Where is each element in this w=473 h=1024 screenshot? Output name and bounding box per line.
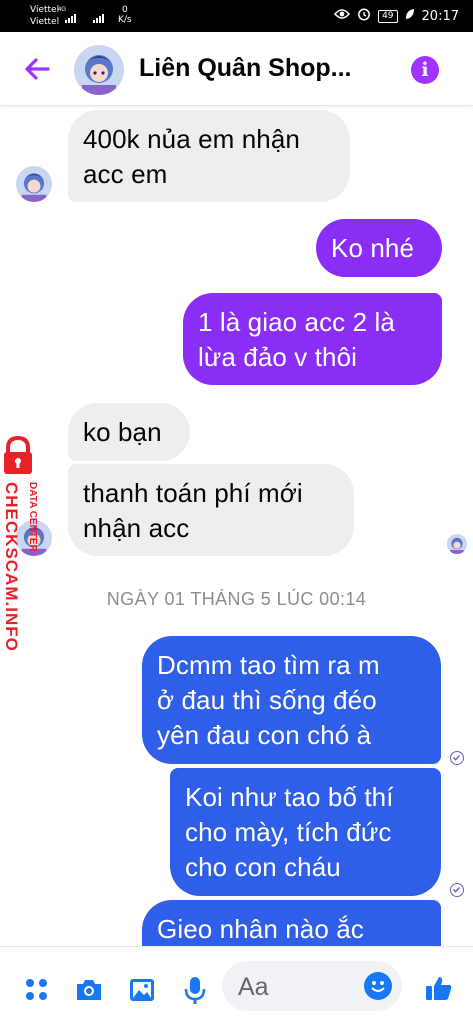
alarm-icon bbox=[357, 7, 371, 25]
message-input[interactable]: Aa bbox=[222, 961, 402, 1011]
image-icon[interactable] bbox=[127, 975, 157, 1005]
date-separator: NGÀY 01 THÁNG 5 LÚC 00:14 bbox=[106, 589, 367, 609]
message-text: Dcmm tao tìm ra m bbox=[157, 650, 380, 680]
message-text: ở đau thì sống đéo bbox=[157, 685, 377, 715]
network-type: 4G bbox=[58, 7, 67, 13]
carrier-name-2: Viettel bbox=[30, 17, 60, 27]
message-text: cho con cháu bbox=[185, 852, 341, 882]
network-speed: 0 K/s bbox=[118, 5, 132, 25]
signal-icon bbox=[65, 14, 76, 23]
contact-name[interactable]: Liên Quân Shop... bbox=[139, 54, 352, 83]
message-text: Ko nhé bbox=[331, 233, 415, 263]
mic-icon[interactable] bbox=[180, 975, 210, 1005]
battery-indicator: 49 bbox=[378, 9, 398, 23]
message-incoming[interactable]: 400k nủa em nhận acc em bbox=[68, 110, 350, 202]
message-text: cho mày, tích đức bbox=[185, 817, 392, 847]
watermark-line2: CHECKSCAM.INFO bbox=[2, 482, 21, 652]
message-text: 1 là giao acc 2 là bbox=[198, 307, 395, 337]
message-text: ko bạn bbox=[83, 417, 162, 447]
message-text: yên đau con chó à bbox=[157, 720, 372, 750]
read-receipt-avatar bbox=[447, 534, 467, 554]
emoji-icon[interactable] bbox=[364, 972, 392, 1000]
message-incoming[interactable]: thanh toán phí mới nhận acc bbox=[68, 464, 354, 556]
watermark: DATA CENTER CHECKSCAM.INFO bbox=[2, 435, 50, 666]
back-arrow-icon[interactable] bbox=[22, 54, 52, 84]
seen-check-icon bbox=[450, 883, 464, 897]
message-composer: Aa bbox=[0, 946, 473, 1024]
status-bar: Viettel Viettel 4G 0 K/s 49 20:17 bbox=[0, 0, 473, 32]
message-text: lừa đảo v thôi bbox=[198, 342, 358, 372]
message-text: Gieo nhân nào ắc bbox=[157, 914, 364, 944]
apps-icon[interactable] bbox=[22, 975, 52, 1005]
eye-icon bbox=[334, 8, 351, 24]
camera-icon[interactable] bbox=[74, 975, 104, 1005]
contact-avatar[interactable] bbox=[74, 45, 124, 95]
signal-icon-2 bbox=[93, 14, 104, 23]
message-outgoing[interactable]: Ko nhé bbox=[316, 219, 442, 277]
conversation-header: Liên Quân Shop... i bbox=[0, 32, 473, 106]
carrier-name-1: Viettel bbox=[30, 5, 60, 15]
message-text: 400k nủa em nhận bbox=[83, 124, 300, 154]
message-text: Koi như tao bố thí bbox=[185, 782, 394, 812]
message-text: nhận acc bbox=[83, 513, 190, 543]
leaf-icon bbox=[405, 8, 415, 24]
message-text: thanh toán phí mới bbox=[83, 478, 303, 508]
message-outgoing[interactable]: 1 là giao acc 2 là lừa đảo v thôi bbox=[183, 293, 442, 385]
message-outgoing[interactable]: Koi như tao bố thí cho mày, tích đức cho… bbox=[170, 768, 441, 896]
seen-check-icon bbox=[450, 751, 464, 765]
info-icon[interactable]: i bbox=[411, 56, 439, 84]
like-icon[interactable] bbox=[424, 973, 454, 1003]
lock-icon bbox=[4, 435, 32, 474]
message-input-placeholder: Aa bbox=[238, 973, 269, 1001]
message-incoming[interactable]: ko bạn bbox=[68, 403, 190, 461]
message-outgoing[interactable]: Dcmm tao tìm ra m ở đau thì sống đéo yên… bbox=[142, 636, 441, 764]
sender-avatar[interactable] bbox=[16, 166, 52, 202]
clock-time: 20:17 bbox=[421, 8, 459, 24]
watermark-line1: DATA CENTER bbox=[27, 482, 38, 553]
message-text: acc em bbox=[83, 159, 168, 189]
